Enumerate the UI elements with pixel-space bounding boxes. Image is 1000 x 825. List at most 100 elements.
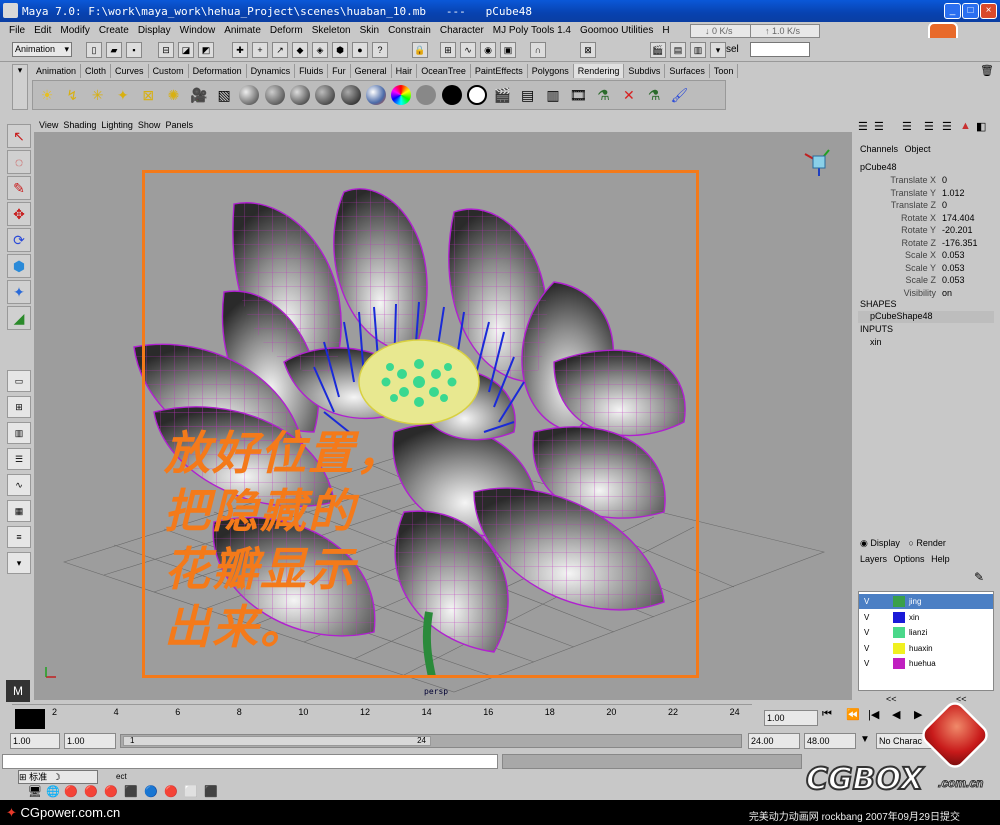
layered-shader-icon[interactable] — [365, 84, 387, 106]
trash-icon[interactable]: 🗑 — [980, 64, 994, 77]
paint-canvas-icon[interactable]: 🖌 — [668, 84, 690, 106]
menu-mj-poly-tools[interactable]: MJ Poly Tools 1.4 — [493, 25, 571, 36]
channel-box-layout3-icon[interactable]: ☰ — [902, 120, 912, 133]
menu-deform[interactable]: Deform — [270, 25, 303, 36]
mask-curve-icon[interactable]: ↗ — [272, 42, 288, 58]
anisotropic-shader-icon[interactable] — [340, 84, 362, 106]
lasso-tool-icon[interactable]: ◌ — [7, 150, 31, 174]
save-scene-icon[interactable]: ▪ — [126, 42, 142, 58]
mask-surface-icon[interactable]: ◆ — [292, 42, 308, 58]
layer-row[interactable]: Vhuehua — [859, 656, 993, 671]
panel-menu-show[interactable]: Show — [138, 118, 161, 132]
range-slider[interactable]: 1 24 — [120, 734, 742, 748]
snap-point-icon[interactable]: ◉ — [480, 42, 496, 58]
render-frame-icon[interactable]: 🎬 — [650, 42, 666, 58]
command-input[interactable] — [2, 754, 498, 769]
layer-row[interactable]: Vhuaxin — [859, 641, 993, 656]
point-light-icon[interactable]: ✳ — [87, 84, 109, 106]
layer-visibility-toggle[interactable]: V — [864, 625, 869, 640]
shelf-tab-surfaces[interactable]: Surfaces — [665, 64, 710, 78]
surface-shader-icon[interactable] — [415, 84, 437, 106]
ipr-render-icon[interactable]: ▤ — [670, 42, 686, 58]
layer-color-swatch[interactable] — [893, 658, 905, 669]
shelf-tab-polygons[interactable]: Polygons — [528, 64, 574, 78]
layer-row[interactable]: Vxin — [859, 610, 993, 625]
layer-row[interactable]: Vlianzi — [859, 625, 993, 640]
channel-attr-value[interactable]: 0 — [942, 175, 947, 185]
render-view-icon[interactable]: 🎬 — [491, 84, 513, 106]
mode-select[interactable]: Animation ▾ — [12, 42, 72, 57]
four-pane-layout-icon[interactable]: ⊞ — [7, 396, 31, 418]
shelf-tab-dynamics[interactable]: Dynamics — [247, 64, 296, 78]
snap-curve-icon[interactable]: ∿ — [460, 42, 476, 58]
channel-row[interactable]: Translate Y 1.012 — [856, 188, 996, 201]
rotate-tool-icon[interactable]: ⟳ — [7, 228, 31, 252]
close-button[interactable]: × — [980, 3, 997, 19]
shelf-tab-hair[interactable]: Hair — [392, 64, 418, 78]
select-hierarchy-icon[interactable]: ⊟ — [158, 42, 174, 58]
remove-light-link-icon[interactable]: ✕ — [618, 84, 640, 106]
layer-visibility-toggle[interactable]: V — [864, 641, 869, 656]
object-tab[interactable]: Object — [905, 144, 931, 154]
panel-menu-panels[interactable]: Panels — [165, 118, 193, 132]
ambient-light-icon[interactable]: ☀ — [36, 84, 58, 106]
layer-color-swatch[interactable] — [893, 596, 905, 607]
menu-modify[interactable]: Modify — [60, 25, 89, 36]
use-background-icon[interactable] — [441, 84, 463, 106]
channel-attr-value[interactable]: 174.404 — [942, 213, 975, 223]
taskbar-icon-3[interactable]: 🔴 — [64, 785, 78, 798]
attribute-editor-icon[interactable]: ▲ — [960, 120, 971, 132]
taskbar-icon-8[interactable]: 🔴 — [164, 785, 178, 798]
channel-row[interactable]: Scale Y 0.053 — [856, 263, 996, 276]
shelf-menu-icon[interactable]: ▾ — [12, 64, 28, 110]
history-icon[interactable]: ⊠ — [580, 42, 596, 58]
snap-view-icon[interactable]: ▣ — [500, 42, 516, 58]
layer-color-swatch[interactable] — [893, 627, 905, 638]
more-layouts-icon[interactable]: ▾ — [7, 552, 31, 574]
hypershade-icon[interactable]: ▧ — [213, 84, 235, 106]
taskbar-icon-2[interactable]: 🌐 — [46, 785, 60, 798]
ramp-shader-icon[interactable] — [390, 84, 412, 106]
menu-create[interactable]: Create — [99, 25, 129, 36]
layer-visibility-toggle[interactable]: V — [864, 594, 869, 609]
render-radio[interactable]: ○ — [908, 538, 913, 548]
taskbar-icon-1[interactable]: 🖥 — [28, 785, 42, 798]
taskbar-icon-7[interactable]: 🔵 — [144, 785, 158, 798]
maximize-button[interactable]: □ — [962, 3, 979, 19]
magnet-icon[interactable]: ∩ — [530, 42, 546, 58]
script-editor-layout-icon[interactable]: ≡ — [7, 526, 31, 548]
channel-attr-value[interactable]: on — [942, 288, 952, 298]
menu-file[interactable]: File — [9, 25, 25, 36]
graph-editor-layout-icon[interactable]: ∿ — [7, 474, 31, 496]
shelf-tab-animation[interactable]: Animation — [32, 64, 82, 78]
taskbar-icon-10[interactable]: ⬛ — [204, 785, 218, 798]
shelf-tab-rendering[interactable]: Rendering — [573, 64, 625, 78]
tool-settings-icon[interactable]: ◧ — [976, 120, 986, 133]
manipulator-tool-icon[interactable]: ✦ — [7, 280, 31, 304]
menu-skeleton[interactable]: Skeleton — [312, 25, 351, 36]
move-tool-icon[interactable]: ✥ — [7, 202, 31, 226]
ime-bar[interactable]: ⊞ 标准 ☽ — [18, 770, 98, 784]
phong-shader-icon[interactable] — [289, 84, 311, 106]
channel-row[interactable]: Translate Z 0 — [856, 200, 996, 213]
two-pane-layout-icon[interactable]: ▥ — [7, 422, 31, 444]
camera-icon[interactable]: 🎥 — [188, 84, 210, 106]
make-light-link-icon[interactable]: ⚗ — [643, 84, 665, 106]
single-pane-layout-icon[interactable]: ▭ — [7, 370, 31, 392]
channel-box-layout-icon[interactable]: ☰ — [858, 120, 868, 133]
outliner-layout-icon[interactable]: ☰ — [7, 448, 31, 470]
layer-row[interactable]: Vjing — [859, 594, 993, 609]
menu-goomoo-utilities[interactable]: Goomoo Utilities — [580, 25, 653, 36]
ipr-icon[interactable]: ▤ — [517, 84, 539, 106]
shelf-tab-fur[interactable]: Fur — [328, 64, 351, 78]
scale-tool-icon[interactable]: ⬢ — [7, 254, 31, 278]
help-menu[interactable]: Help — [931, 554, 950, 564]
new-layer-icon[interactable]: ✎ — [974, 570, 984, 584]
channel-attr-value[interactable]: 0.053 — [942, 250, 965, 260]
last-tool-icon[interactable]: ◢ — [7, 306, 31, 330]
layers-menu[interactable]: Layers — [860, 554, 887, 564]
paint-select-tool-icon[interactable]: ✎ — [7, 176, 31, 200]
channel-attr-value[interactable]: 0.053 — [942, 275, 965, 285]
channel-row[interactable]: Scale Z 0.053 — [856, 275, 996, 288]
menu-display[interactable]: Display — [138, 25, 171, 36]
